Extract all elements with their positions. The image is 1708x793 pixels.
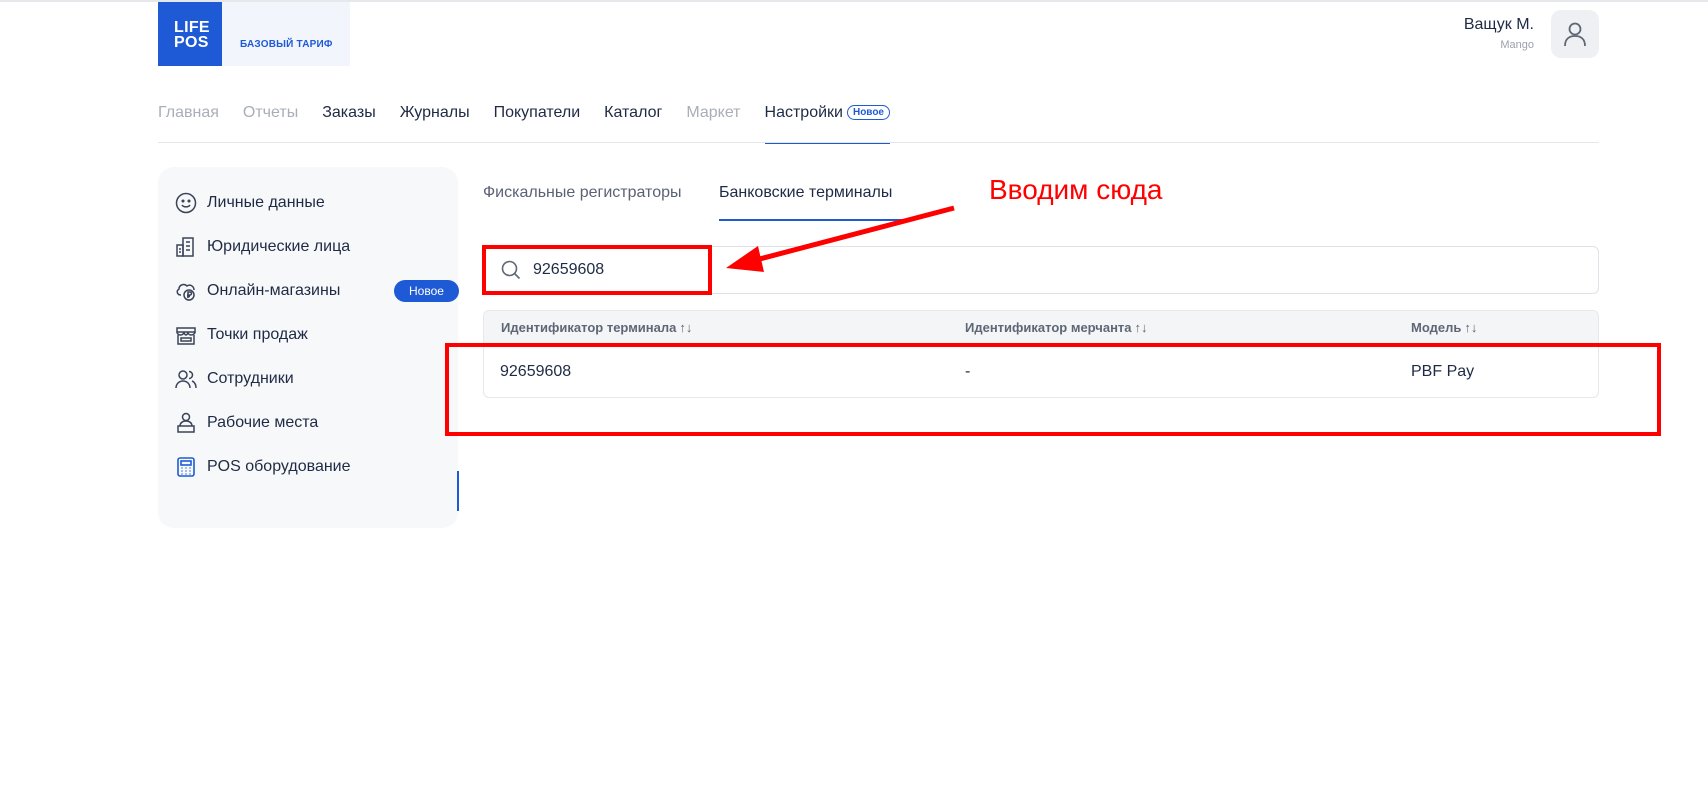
sidebar-item-legal-entities[interactable]: Юридические лица xyxy=(174,231,450,263)
user-org: Mango xyxy=(1500,39,1534,51)
sidebar-item-pos-equipment[interactable]: POS оборудование xyxy=(174,451,450,483)
column-label: Идентификатор терминала xyxy=(501,320,677,335)
sort-icon[interactable]: ↑↓ xyxy=(679,320,692,335)
nav-item-orders[interactable]: Заказы xyxy=(322,104,375,144)
logo-mark: LIFE POS xyxy=(158,2,222,66)
new-badge: Новое xyxy=(846,105,890,120)
annotation-box-search xyxy=(482,245,712,295)
nav-item-market[interactable]: Маркет xyxy=(686,104,740,144)
sidebar-item-personal-data[interactable]: Личные данные xyxy=(174,187,450,219)
logo-line2: POS xyxy=(174,34,209,51)
sidebar-item-label: Онлайн-магазины xyxy=(207,282,341,299)
smile-icon xyxy=(174,191,198,215)
column-header-model[interactable]: Модель ↑↓ xyxy=(1411,320,1477,335)
annotation-box-result xyxy=(445,343,1661,436)
settings-sidebar: Личные данные Юридические лица Онлайн-ма… xyxy=(158,167,459,528)
annotation-arrow xyxy=(726,205,955,272)
sidebar-item-online-stores[interactable]: Онлайн-магазины Новое xyxy=(174,275,459,307)
sort-icon[interactable]: ↑↓ xyxy=(1464,320,1477,335)
sidebar-item-label: Личные данные xyxy=(207,194,325,211)
table-header: Идентификатор терминала ↑↓ Идентификатор … xyxy=(484,311,1598,345)
column-label: Идентификатор мерчанта xyxy=(965,320,1132,335)
users-icon xyxy=(174,367,198,391)
calculator-icon xyxy=(174,455,198,479)
nav-item-journals[interactable]: Журналы xyxy=(400,104,470,144)
user-icon xyxy=(1564,22,1586,47)
sidebar-item-label: Сотрудники xyxy=(207,370,294,387)
sidebar-item-label: Точки продаж xyxy=(207,326,308,343)
sidebar-active-indicator xyxy=(457,471,459,511)
sidebar-item-sales-points[interactable]: Точки продаж xyxy=(174,319,450,351)
tab-fiscal-registers[interactable]: Фискальные регистраторы xyxy=(483,184,682,202)
workplace-icon xyxy=(174,411,198,435)
column-label: Модель xyxy=(1411,320,1462,335)
avatar[interactable] xyxy=(1551,10,1599,58)
store-icon xyxy=(174,323,198,347)
nav-label: Журналы xyxy=(399,104,470,121)
nav-label: Покупатели xyxy=(493,104,581,121)
column-header-merchant-id[interactable]: Идентификатор мерчанта ↑↓ xyxy=(965,320,1148,335)
sidebar-item-label: Юридические лица xyxy=(207,238,351,255)
tariff-label: БАЗОВЫЙ ТАРИФ xyxy=(240,39,333,50)
sidebar-item-label: POS оборудование xyxy=(207,458,351,475)
user-name[interactable]: Ващук М. xyxy=(1464,16,1534,34)
sort-icon[interactable]: ↑↓ xyxy=(1135,320,1148,335)
main-nav: Главная Отчеты Заказы Журналы Покупатели… xyxy=(158,104,914,144)
sidebar-item-employees[interactable]: Сотрудники xyxy=(174,363,450,395)
annotation-text: Вводим сюда xyxy=(989,174,1163,205)
nav-label: Настройки xyxy=(764,104,843,121)
nav-item-customers[interactable]: Покупатели xyxy=(494,104,581,144)
nav-item-settings[interactable]: Настройки Новое xyxy=(764,104,891,144)
nav-item-home[interactable]: Главная xyxy=(158,104,219,144)
nav-label: Главная xyxy=(158,104,219,121)
nav-divider xyxy=(158,142,1599,143)
building-icon xyxy=(174,235,198,259)
new-badge: Новое xyxy=(394,280,459,302)
brand-logo[interactable]: LIFE POS БАЗОВЫЙ ТАРИФ xyxy=(158,2,350,66)
ruble-cloud-icon xyxy=(174,279,198,303)
nav-label: Маркет xyxy=(686,104,741,121)
logo-line1: LIFE xyxy=(174,19,210,36)
nav-item-catalog[interactable]: Каталог xyxy=(604,104,662,144)
sidebar-item-workplaces[interactable]: Рабочие места xyxy=(174,407,450,439)
nav-label: Заказы xyxy=(322,104,376,121)
nav-label: Каталог xyxy=(604,104,663,121)
nav-item-reports[interactable]: Отчеты xyxy=(243,104,298,144)
sidebar-item-label: Рабочие места xyxy=(207,414,319,431)
nav-label: Отчеты xyxy=(242,104,299,121)
column-header-terminal-id[interactable]: Идентификатор терминала ↑↓ xyxy=(501,320,692,335)
